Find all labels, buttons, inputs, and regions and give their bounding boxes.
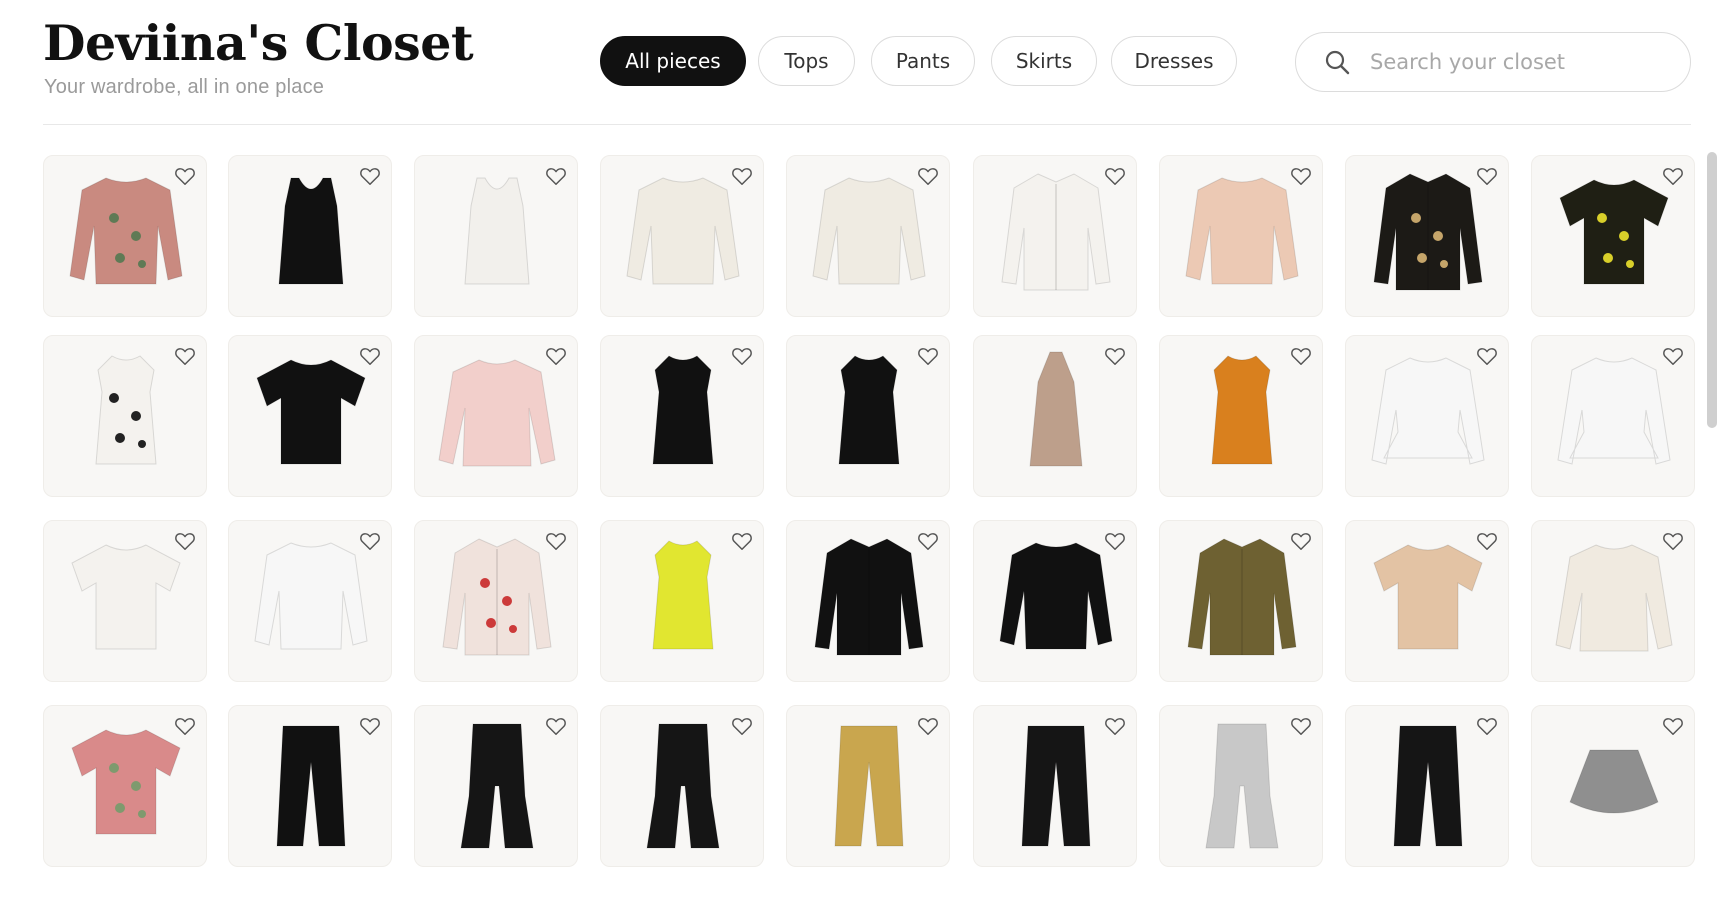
item-card-cream-swing-top[interactable]: [1531, 520, 1695, 682]
page-subtitle: Your wardrobe, all in one place: [44, 76, 325, 98]
scrollbar-thumb[interactable]: [1707, 152, 1717, 428]
item-card-white-peplum-top[interactable]: [1345, 335, 1509, 497]
item-card-white-peplum-jacket[interactable]: [1531, 335, 1695, 497]
item-card-cream-wrap-blouse-2[interactable]: [786, 155, 950, 317]
item-card-black-halter-top-2[interactable]: [786, 335, 950, 497]
item-card-black-leather-flares-2[interactable]: [600, 705, 764, 867]
item-card-chartreuse-cowl-top[interactable]: [600, 520, 764, 682]
heart-icon[interactable]: [174, 345, 196, 367]
item-card-white-button-shirt[interactable]: [973, 155, 1137, 317]
heart-icon[interactable]: [1476, 165, 1498, 187]
heart-icon[interactable]: [1104, 715, 1126, 737]
item-card-red-floral-blouse[interactable]: [414, 520, 578, 682]
heart-icon[interactable]: [1290, 165, 1312, 187]
header-divider: [43, 124, 1691, 125]
item-card-black-jogger-pants[interactable]: [228, 705, 392, 867]
item-card-orange-draped-top[interactable]: [1159, 335, 1323, 497]
heart-icon[interactable]: [1476, 345, 1498, 367]
heart-icon[interactable]: [731, 345, 753, 367]
heart-icon[interactable]: [731, 530, 753, 552]
item-card-white-puff-blouse[interactable]: [228, 520, 392, 682]
filter-skirts[interactable]: Skirts: [991, 36, 1097, 86]
heart-icon[interactable]: [917, 530, 939, 552]
heart-icon[interactable]: [1104, 165, 1126, 187]
heart-icon[interactable]: [917, 165, 939, 187]
filter-tops[interactable]: Tops: [758, 36, 855, 86]
heart-icon[interactable]: [731, 715, 753, 737]
heart-icon[interactable]: [1476, 530, 1498, 552]
search-input[interactable]: [1368, 49, 1672, 75]
heart-icon[interactable]: [545, 715, 567, 737]
heart-icon[interactable]: [1290, 530, 1312, 552]
brand: Deviina's Closet Your wardrobe, all in o…: [43, 14, 474, 99]
heart-icon[interactable]: [1662, 530, 1684, 552]
heart-icon[interactable]: [1662, 715, 1684, 737]
scrollbar[interactable]: [1707, 150, 1717, 910]
item-card-olive-satin-shirt[interactable]: [1159, 520, 1323, 682]
item-card-black-shirt[interactable]: [786, 520, 950, 682]
search-icon: [1325, 50, 1350, 75]
page-title: Deviina's Closet: [43, 14, 474, 72]
search-box[interactable]: [1295, 32, 1691, 92]
item-card-blush-ruched-top[interactable]: [1159, 155, 1323, 317]
item-card-black-draped-tank[interactable]: [228, 155, 392, 317]
item-card-black-leather-flares[interactable]: [414, 705, 578, 867]
heart-icon[interactable]: [1476, 715, 1498, 737]
item-card-black-halter-top[interactable]: [600, 335, 764, 497]
filter-dresses[interactable]: Dresses: [1111, 36, 1237, 86]
heart-icon[interactable]: [545, 165, 567, 187]
heart-icon[interactable]: [917, 715, 939, 737]
heart-icon[interactable]: [1104, 345, 1126, 367]
item-card-white-ruffle-tee[interactable]: [43, 520, 207, 682]
heart-icon[interactable]: [1290, 345, 1312, 367]
item-card-black-straight-pants[interactable]: [973, 705, 1137, 867]
item-card-pink-knit-tee[interactable]: [43, 705, 207, 867]
item-card-black-tee[interactable]: [228, 335, 392, 497]
heart-icon[interactable]: [359, 530, 381, 552]
item-card-grey-pleated-skirt[interactable]: [1531, 705, 1695, 867]
filter-pants[interactable]: Pants: [871, 36, 975, 86]
heart-icon[interactable]: [174, 715, 196, 737]
heart-icon[interactable]: [359, 165, 381, 187]
item-card-white-cowl-cami[interactable]: [414, 155, 578, 317]
item-card-taupe-halter-top[interactable]: [973, 335, 1137, 497]
heart-icon[interactable]: [174, 530, 196, 552]
heart-icon[interactable]: [545, 530, 567, 552]
heart-icon[interactable]: [174, 165, 196, 187]
heart-icon[interactable]: [1662, 345, 1684, 367]
heart-icon[interactable]: [359, 345, 381, 367]
heart-icon[interactable]: [917, 345, 939, 367]
item-card-black-ruffle-top[interactable]: [973, 520, 1137, 682]
filter-all-pieces[interactable]: All pieces: [600, 36, 746, 86]
item-card-pink-sweater[interactable]: [414, 335, 578, 497]
item-card-champagne-draped-tee[interactable]: [1345, 520, 1509, 682]
item-card-black-leather-pants[interactable]: [1345, 705, 1509, 867]
item-card-white-bow-blouse[interactable]: [43, 335, 207, 497]
item-card-black-dotted-shirt[interactable]: [1345, 155, 1509, 317]
heart-icon[interactable]: [545, 345, 567, 367]
heart-icon[interactable]: [731, 165, 753, 187]
heart-icon[interactable]: [1290, 715, 1312, 737]
heart-icon[interactable]: [359, 715, 381, 737]
heart-icon[interactable]: [1662, 165, 1684, 187]
item-card-gold-wide-pants[interactable]: [786, 705, 950, 867]
item-card-floral-ruffle-blouse[interactable]: [43, 155, 207, 317]
item-card-cream-wrap-blouse[interactable]: [600, 155, 764, 317]
item-card-yellow-floral-tee[interactable]: [1531, 155, 1695, 317]
heart-icon[interactable]: [1104, 530, 1126, 552]
item-card-silver-flare-pants[interactable]: [1159, 705, 1323, 867]
